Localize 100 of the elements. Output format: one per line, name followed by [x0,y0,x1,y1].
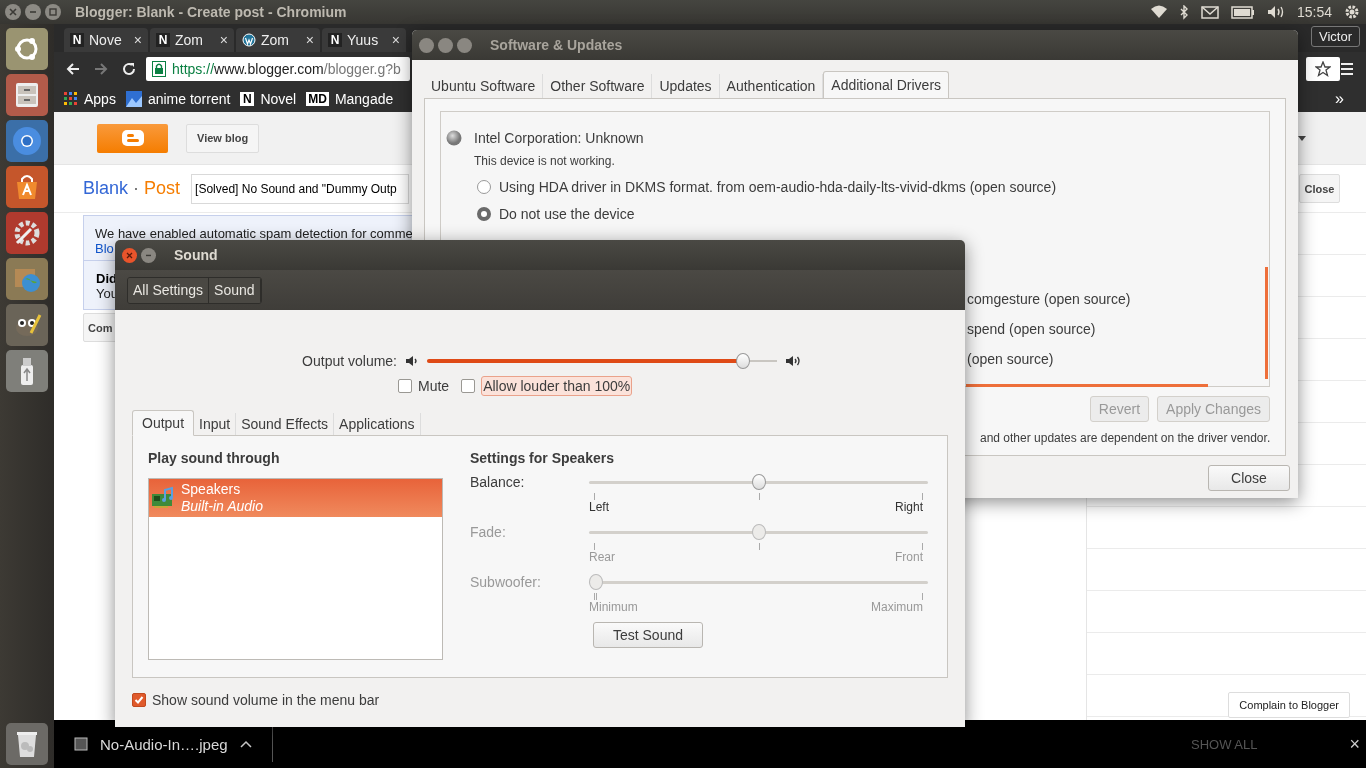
window-title: Sound [174,247,218,263]
comment-button[interactable]: Com [83,313,118,342]
notice-text: We have enabled automatic spam detection for comme [95,226,413,241]
back-arrow-icon[interactable] [66,62,80,76]
device-name: Intel Corporation: Unknown [474,130,644,146]
trash-icon[interactable] [6,723,48,765]
clock[interactable]: 15:54 [1296,4,1332,20]
slider-label: Balance: [470,474,526,490]
scale-label: Left [589,500,609,516]
caret-icon[interactable] [1298,135,1306,141]
window-minimize-button[interactable] [438,37,453,53]
slider-label: Fade: [470,524,507,540]
maximize-icon [49,8,57,16]
window-close-button[interactable] [5,4,21,20]
volume-slider[interactable] [427,353,777,369]
bookmark[interactable]: N Novel [240,91,297,107]
tab-close-button[interactable]: × [305,32,314,48]
bookmark-star-button[interactable] [1306,57,1340,81]
tab[interactable]: Output [132,410,195,436]
favicon-icon: MD [306,92,329,106]
section-title: Post [144,178,181,199]
settings-slider[interactable] [589,474,928,500]
view-blog-button[interactable]: View blog [186,123,260,153]
favicon-icon: N [240,92,255,106]
tab-close-button[interactable]: × [133,32,142,48]
browser-icon[interactable] [6,120,48,162]
sound-card-icon [151,486,175,510]
bluetooth-icon[interactable] [1179,4,1189,20]
close-icon [9,8,17,16]
vendor-note: and other updates are dependent on the driver vendor. [979,430,1270,445]
caret-icon[interactable] [239,740,252,748]
lock-icon [152,61,166,77]
paint-app-icon[interactable] [6,304,48,346]
shopping-bag-icon[interactable] [6,166,48,208]
download-item[interactable]: No-Audio-In….jpeg [100,735,228,753]
mail-icon[interactable] [1200,5,1219,19]
volume-icon[interactable] [1266,5,1285,19]
slider-label: Subwoofer: [470,574,542,590]
bookmark[interactable]: Apps [64,91,116,107]
more-bookmarks-button[interactable]: » [1335,90,1344,108]
picture-favicon-icon [125,91,142,107]
circle-logo-icon[interactable] [6,28,48,70]
browser-tab[interactable]: N Zom × [150,28,234,52]
close-button[interactable]: × [1349,733,1360,755]
window-title: Blogger: Blank - Create post - Chromium [75,4,347,20]
window-minimize-button[interactable] [25,4,41,20]
browser-tab[interactable]: Zom × [236,28,320,52]
mute-checkbox[interactable]: Mute [398,376,450,396]
driver-option[interactable]: Do not use the device [441,195,1269,222]
tab[interactable]: Additional Drivers [823,71,950,98]
blogger-logo-button[interactable] [97,123,168,153]
device-detail: Built-in Audio [181,498,263,515]
scale-label: Front [895,550,923,566]
profile-button[interactable]: Victor [1311,26,1360,47]
settings-icon[interactable] [1344,4,1360,20]
wrench-gear-icon[interactable] [6,212,48,254]
slider-thumb[interactable] [736,353,751,369]
blog-name-link[interactable]: Blank [83,178,129,199]
battery-icon[interactable] [1230,5,1255,19]
browser-tab[interactable]: N Yuus × [322,28,406,52]
settings-slider[interactable] [589,524,928,550]
breadcrumb-button[interactable]: Sound [209,277,261,303]
breadcrumb-separator: · [133,178,140,199]
address-bar[interactable]: https://www.blogger.com/blogger.g?b [146,57,410,81]
slider-thumb[interactable] [751,474,766,490]
tab-close-button[interactable]: × [391,32,400,48]
window-maximize-button[interactable] [45,4,61,20]
tab-close-button[interactable]: × [219,32,228,48]
file-drawer-icon[interactable] [6,74,48,116]
settings-slider[interactable] [589,574,928,600]
complain-button[interactable]: Complain to Blogger [1228,692,1350,718]
close-icon [126,251,133,259]
post-title-field[interactable]: [Solved] No Sound and "Dummy Outp [191,173,410,204]
window-close-button[interactable] [122,247,137,263]
browser-tab[interactable]: N Nove × [64,28,148,52]
bookmark[interactable]: anime torrent [125,91,231,107]
breadcrumb-button[interactable]: All Settings [128,277,210,303]
scale-label: Rear [589,550,615,566]
radio-button[interactable] [477,180,491,194]
test-sound-button[interactable]: Test Sound [593,622,703,648]
forward-arrow-icon[interactable] [94,62,108,76]
close-button[interactable]: Close [1299,174,1340,203]
window-close-button[interactable] [419,37,434,53]
driver-option[interactable]: Using HDA driver in DKMS format. from oem-audio-hda-daily-lts-vivid-dkms (open source) [441,168,1269,195]
bookmark[interactable]: MD Mangade [306,91,394,107]
radio-button[interactable] [477,207,491,221]
show-volume-checkbox[interactable]: Show sound volume in the menu bar [132,692,948,708]
favicon-icon: N [156,33,170,47]
close-button[interactable]: Close [1208,465,1290,491]
wifi-icon[interactable] [1149,5,1168,19]
device-status: This device is not working. [473,153,616,168]
device-name: Speakers [181,481,242,498]
reload-icon[interactable] [122,62,136,76]
menu-icon[interactable] [1340,62,1354,76]
usb-drive-icon[interactable] [6,350,48,392]
section-heading: Settings for Speakers [470,450,615,468]
speaker-high-icon [785,355,802,367]
window-maximize-button[interactable] [457,37,472,53]
notice-link[interactable]: Blo [95,241,114,256]
window-minimize-button[interactable] [141,247,156,263]
